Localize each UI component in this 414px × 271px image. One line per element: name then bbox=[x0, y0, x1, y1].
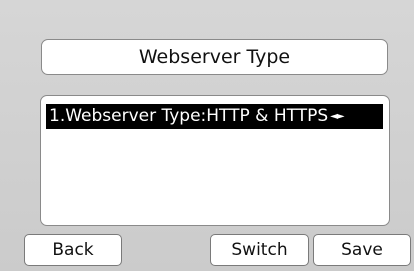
save-button[interactable]: Save bbox=[313, 234, 411, 266]
switch-button[interactable]: Switch bbox=[210, 234, 309, 266]
back-button-label: Back bbox=[52, 240, 94, 260]
settings-list: 1.Webserver Type:HTTP & HTTPS ◄► bbox=[40, 95, 390, 226]
save-button-label: Save bbox=[341, 240, 383, 260]
page-title-text: Webserver Type bbox=[138, 46, 291, 68]
switch-button-label: Switch bbox=[231, 240, 288, 260]
list-item-label: 1.Webserver Type:HTTP & HTTPS bbox=[49, 106, 329, 126]
page-title: Webserver Type bbox=[41, 39, 388, 75]
left-right-arrows-icon[interactable]: ◄► bbox=[330, 104, 344, 129]
list-item-webserver-type[interactable]: 1.Webserver Type:HTTP & HTTPS ◄► bbox=[46, 104, 383, 129]
phone-screen: Webserver Type 1.Webserver Type:HTTP & H… bbox=[0, 0, 414, 271]
back-button[interactable]: Back bbox=[24, 234, 122, 266]
